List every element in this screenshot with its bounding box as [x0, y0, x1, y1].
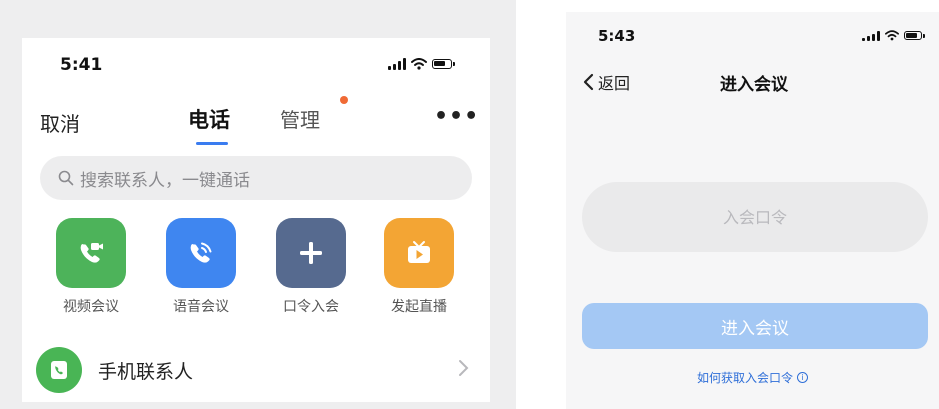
chevron-left-icon: [583, 73, 594, 91]
join-by-passcode-button[interactable]: 口令入会: [266, 218, 356, 316]
wifi-icon: [411, 58, 427, 70]
notification-dot: [340, 96, 348, 104]
active-tab-indicator: [196, 142, 228, 145]
video-meeting-label: 视频会议: [63, 299, 119, 315]
tv-live-icon: [384, 218, 454, 288]
phone-screen-join-meeting: 5:43 返回 进入会议 进入会议 如何获取入会口令 i: [566, 12, 939, 409]
back-button[interactable]: 返回: [582, 70, 630, 94]
plus-icon: [276, 218, 346, 288]
voice-meeting-label: 语音会议: [173, 299, 229, 315]
search-placeholder: 搜索联系人，一键通话: [80, 170, 250, 191]
passcode-help-label: 如何获取入会口令: [696, 371, 793, 385]
voice-call-icon: [166, 218, 236, 288]
start-live-label: 发起直播: [391, 299, 447, 315]
passcode-input[interactable]: [582, 182, 928, 252]
status-icons: [388, 58, 455, 70]
status-time-right: 5:43: [598, 27, 636, 45]
page-title: 进入会议: [720, 75, 788, 95]
voice-meeting-button[interactable]: 语音会议: [156, 218, 246, 316]
phone-book-icon: [36, 347, 82, 393]
battery-icon: [432, 59, 455, 69]
status-icons-right: [862, 30, 925, 41]
phone-contacts-row[interactable]: 手机联系人: [36, 344, 476, 396]
tab-manage[interactable]: 管理: [280, 104, 320, 133]
join-meeting-button[interactable]: 进入会议: [582, 303, 928, 349]
video-call-icon: [56, 218, 126, 288]
video-meeting-button[interactable]: 视频会议: [46, 218, 136, 316]
battery-icon: [904, 31, 925, 40]
search-icon: [58, 170, 74, 186]
chevron-right-icon: [459, 360, 469, 376]
passcode-help-link[interactable]: 如何获取入会口令 i: [566, 369, 939, 386]
more-menu-button[interactable]: •••: [434, 104, 479, 129]
back-label: 返回: [598, 74, 631, 93]
wifi-icon: [885, 30, 899, 41]
signal-icon: [388, 58, 406, 70]
signal-icon: [862, 30, 880, 41]
phone-contacts-label: 手机联系人: [98, 360, 194, 383]
start-live-button[interactable]: 发起直播: [374, 218, 464, 316]
tab-phone[interactable]: 电话: [188, 104, 230, 134]
join-by-passcode-label: 口令入会: [283, 299, 339, 315]
phone-screen-call-home: 5:41 取消 电话 管理 ••• 搜索联系人，一键通话 视频会议 语音会议 口…: [22, 38, 490, 402]
info-icon: i: [797, 372, 808, 383]
cancel-button[interactable]: 取消: [40, 108, 80, 137]
search-input[interactable]: 搜索联系人，一键通话: [40, 156, 472, 200]
status-time: 5:41: [60, 55, 103, 75]
left-screenshot-background: 5:41 取消 电话 管理 ••• 搜索联系人，一键通话 视频会议 语音会议 口…: [0, 0, 516, 409]
